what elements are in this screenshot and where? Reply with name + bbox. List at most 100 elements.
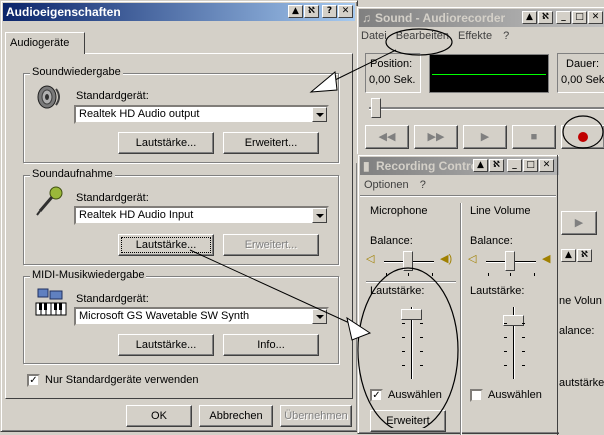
background-rollup-button: ▲ bbox=[561, 249, 576, 262]
pin-button[interactable]: ℵ bbox=[304, 5, 319, 18]
midi-info-button[interactable]: Info... bbox=[223, 334, 319, 356]
maximize-button[interactable]: □ bbox=[572, 11, 587, 24]
seek-end-button[interactable]: ▶▶ bbox=[414, 125, 458, 149]
background-volume-label: autstärke bbox=[559, 377, 604, 389]
microphone-balance-slider[interactable]: ◁ ◀) bbox=[366, 249, 456, 279]
microphone-label: Microphone bbox=[370, 205, 428, 217]
audio-properties-titlebar[interactable]: Audioeigenschaften ▲ ℵ ? ✕ bbox=[3, 3, 355, 21]
background-col-name: ne Volun bbox=[559, 295, 602, 307]
ok-button[interactable]: OK bbox=[126, 405, 192, 427]
volume-thumb[interactable] bbox=[401, 309, 422, 320]
rollup-button[interactable]: ▲ bbox=[522, 11, 537, 24]
chevron-down-icon[interactable] bbox=[312, 309, 327, 324]
menu-bearbeiten[interactable]: Bearbeiten bbox=[396, 30, 449, 42]
play-button[interactable]: ▶ bbox=[463, 125, 507, 149]
waveform-display bbox=[429, 54, 549, 93]
speaker-left-icon: ◁ bbox=[366, 253, 375, 265]
playback-group-label: Soundwiedergabe bbox=[30, 66, 123, 78]
minimize-button[interactable]: _ bbox=[556, 11, 571, 24]
menu-effekte[interactable]: Effekte bbox=[458, 30, 492, 42]
midi-device-value: Microsoft GS Wavetable SW Synth bbox=[79, 310, 250, 322]
chevron-down-icon[interactable] bbox=[312, 107, 327, 122]
microphone-volume-slider[interactable] bbox=[392, 303, 432, 383]
sound-recorder-window: ♫ Sound - Audiorecorder ▲ ℵ _ □ ✕ Datei … bbox=[356, 6, 604, 164]
recording-device-label: Standardgerät: bbox=[76, 192, 149, 204]
column-separator-h bbox=[366, 281, 456, 282]
line-select-checkbox[interactable] bbox=[470, 389, 483, 402]
midi-device-label: Standardgerät: bbox=[76, 293, 149, 305]
volume-thumb[interactable] bbox=[503, 315, 524, 326]
recording-device-value: Realtek HD Audio Input bbox=[79, 209, 194, 221]
playback-device-select[interactable]: Realtek HD Audio output bbox=[74, 105, 329, 124]
speaker-icon bbox=[37, 85, 60, 109]
length-panel: Dauer: 0,00 Sek. bbox=[557, 53, 604, 93]
recording-device-select[interactable]: Realtek HD Audio Input bbox=[74, 206, 329, 225]
microphone-select-checkbox[interactable]: ✓ bbox=[370, 389, 383, 402]
balance-thumb[interactable] bbox=[403, 251, 413, 271]
playback-advanced-button[interactable]: Erweitert... bbox=[223, 132, 319, 154]
audio-properties-title: Audioeigenschaften bbox=[6, 5, 121, 19]
help-button[interactable]: ? bbox=[322, 5, 337, 18]
midi-volume-button[interactable]: Lautstärke... bbox=[118, 334, 214, 356]
advanced-button[interactable]: Erweitert bbox=[370, 410, 446, 432]
column-divider bbox=[460, 203, 461, 435]
line-select-label: Auswählen bbox=[488, 389, 542, 401]
line-volume-slider[interactable] bbox=[494, 303, 534, 383]
record-icon bbox=[578, 132, 588, 142]
waveform-line bbox=[432, 74, 546, 75]
microphone-balance-label: Balance: bbox=[370, 235, 413, 247]
midi-keyboard-icon bbox=[35, 288, 67, 316]
default-only-label: Nur Standardgeräte verwenden bbox=[45, 374, 199, 386]
seek-start-button[interactable]: ◀◀ bbox=[365, 125, 409, 149]
recorder-title: Sound - Audiorecorder bbox=[375, 11, 506, 25]
speaker-left-icon: ◁ bbox=[468, 253, 477, 265]
tab-label: Audiogeräte bbox=[10, 37, 70, 49]
playback-volume-button[interactable]: Lautstärke... bbox=[118, 132, 214, 154]
record-button[interactable] bbox=[561, 125, 604, 149]
recorder-app-icon: ♫ bbox=[362, 11, 371, 25]
balance-thumb[interactable] bbox=[505, 251, 515, 271]
tab-audiogeraete[interactable]: Audiogeräte bbox=[5, 32, 85, 54]
line-volume-slider-label: Lautstärke: bbox=[470, 285, 525, 297]
close-button[interactable]: ✕ bbox=[338, 5, 353, 18]
recording-volume-button[interactable]: Lautstärke... bbox=[118, 234, 214, 256]
microphone-icon bbox=[36, 186, 63, 216]
background-balance-label: alance: bbox=[559, 325, 595, 337]
line-volume-label: Line Volume bbox=[470, 205, 531, 217]
midi-group-label: MIDI-Musikwiedergabe bbox=[30, 269, 147, 281]
stop-button[interactable]: ■ bbox=[512, 125, 556, 149]
position-label: Position: bbox=[370, 58, 413, 70]
menu-help[interactable]: ? bbox=[503, 30, 509, 42]
speaker-right-icon: ◀ bbox=[542, 253, 551, 265]
background-pin-button: ℵ bbox=[577, 249, 592, 262]
apply-button: Übernehmen bbox=[280, 405, 352, 427]
chevron-down-icon[interactable] bbox=[312, 208, 327, 223]
line-balance-slider[interactable]: ◁ ◀ bbox=[468, 249, 558, 279]
position-slider[interactable] bbox=[369, 97, 604, 119]
recording-advanced-button: Erweitert... bbox=[223, 234, 319, 256]
position-panel: Position: 0,00 Sek. bbox=[365, 53, 421, 93]
length-label: Dauer: bbox=[566, 58, 600, 70]
rollup-button[interactable]: ▲ bbox=[288, 5, 303, 18]
speaker-right-icon: ◀) bbox=[440, 253, 453, 265]
recording-group-label: Soundaufnahme bbox=[30, 168, 115, 180]
length-value: 0,00 Sek. bbox=[561, 74, 604, 86]
cancel-button[interactable]: Abbrechen bbox=[199, 405, 273, 427]
audio-properties-dialog: Audioeigenschaften ▲ ℵ ? ✕ Audiogeräte S… bbox=[0, 0, 358, 432]
midi-device-select[interactable]: Microsoft GS Wavetable SW Synth bbox=[74, 307, 329, 326]
default-only-checkbox[interactable]: ✓ bbox=[27, 374, 40, 387]
slider-thumb[interactable] bbox=[371, 98, 381, 118]
playback-device-value: Realtek HD Audio output bbox=[79, 108, 200, 120]
pin-button[interactable]: ℵ bbox=[538, 11, 553, 24]
position-value: 0,00 Sek. bbox=[369, 74, 416, 86]
recording-control-window: ▮ Recording Control ▲ ℵ _ □ ✕ Optionen ?… bbox=[357, 154, 604, 435]
menu-datei[interactable]: Datei bbox=[361, 30, 387, 42]
close-button[interactable]: ✕ bbox=[588, 11, 603, 24]
background-window-strip: ▶ ▲ ℵ ne Volun alance: autstärke bbox=[559, 155, 604, 435]
recorder-titlebar[interactable]: ♫ Sound - Audiorecorder ▲ ℵ _ □ ✕ bbox=[359, 9, 604, 27]
slider-track bbox=[369, 107, 604, 109]
line-balance-label: Balance: bbox=[470, 235, 513, 247]
background-play-button: ▶ bbox=[561, 211, 597, 235]
playback-device-label: Standardgerät: bbox=[76, 90, 149, 102]
microphone-volume-label: Lautstärke: bbox=[370, 285, 425, 297]
